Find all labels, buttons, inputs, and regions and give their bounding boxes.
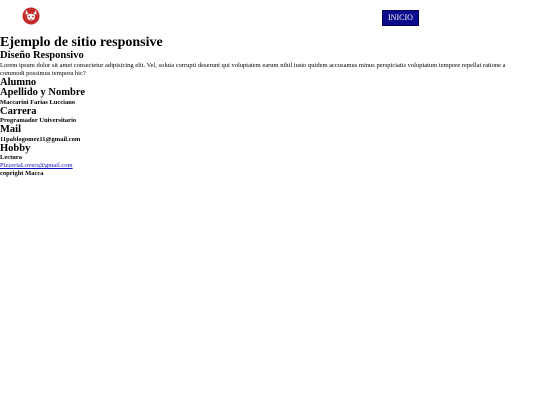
contact-email-link[interactable]: PizzeriaLovers@gmail.com (0, 162, 540, 170)
field-label-mail: Mail (0, 124, 21, 136)
logo[interactable] (22, 7, 40, 25)
field-value-hobby: Lectura (0, 154, 23, 162)
field-label-nombre: Apellido y Nombre (0, 87, 85, 99)
page-title: Ejemplo de sitio responsive (0, 35, 163, 50)
nav-inicio-button[interactable]: INICIO (382, 10, 419, 26)
red-cat-face-icon (22, 7, 40, 25)
field-value-mail: 11pablogomez11@gmail.com (0, 135, 81, 143)
main-content: Ejemplo de sitio responsive Diseño Respo… (0, 35, 540, 178)
intro-paragraph: Lorem ipsum dolor sit amet consectetur a… (0, 62, 506, 77)
field-label-carrera: Carrera (0, 105, 37, 117)
page-subtitle: Diseño Responsivo (0, 50, 84, 61)
field-value-nombre: Maccarini Farias Lucciano (0, 98, 76, 106)
field-label-hobby: Hobby (0, 142, 31, 154)
site-header: INICIO (0, 0, 540, 33)
field-value-carrera: Programador Universitario (0, 117, 77, 125)
copyright-text: copright Macca (0, 169, 44, 177)
